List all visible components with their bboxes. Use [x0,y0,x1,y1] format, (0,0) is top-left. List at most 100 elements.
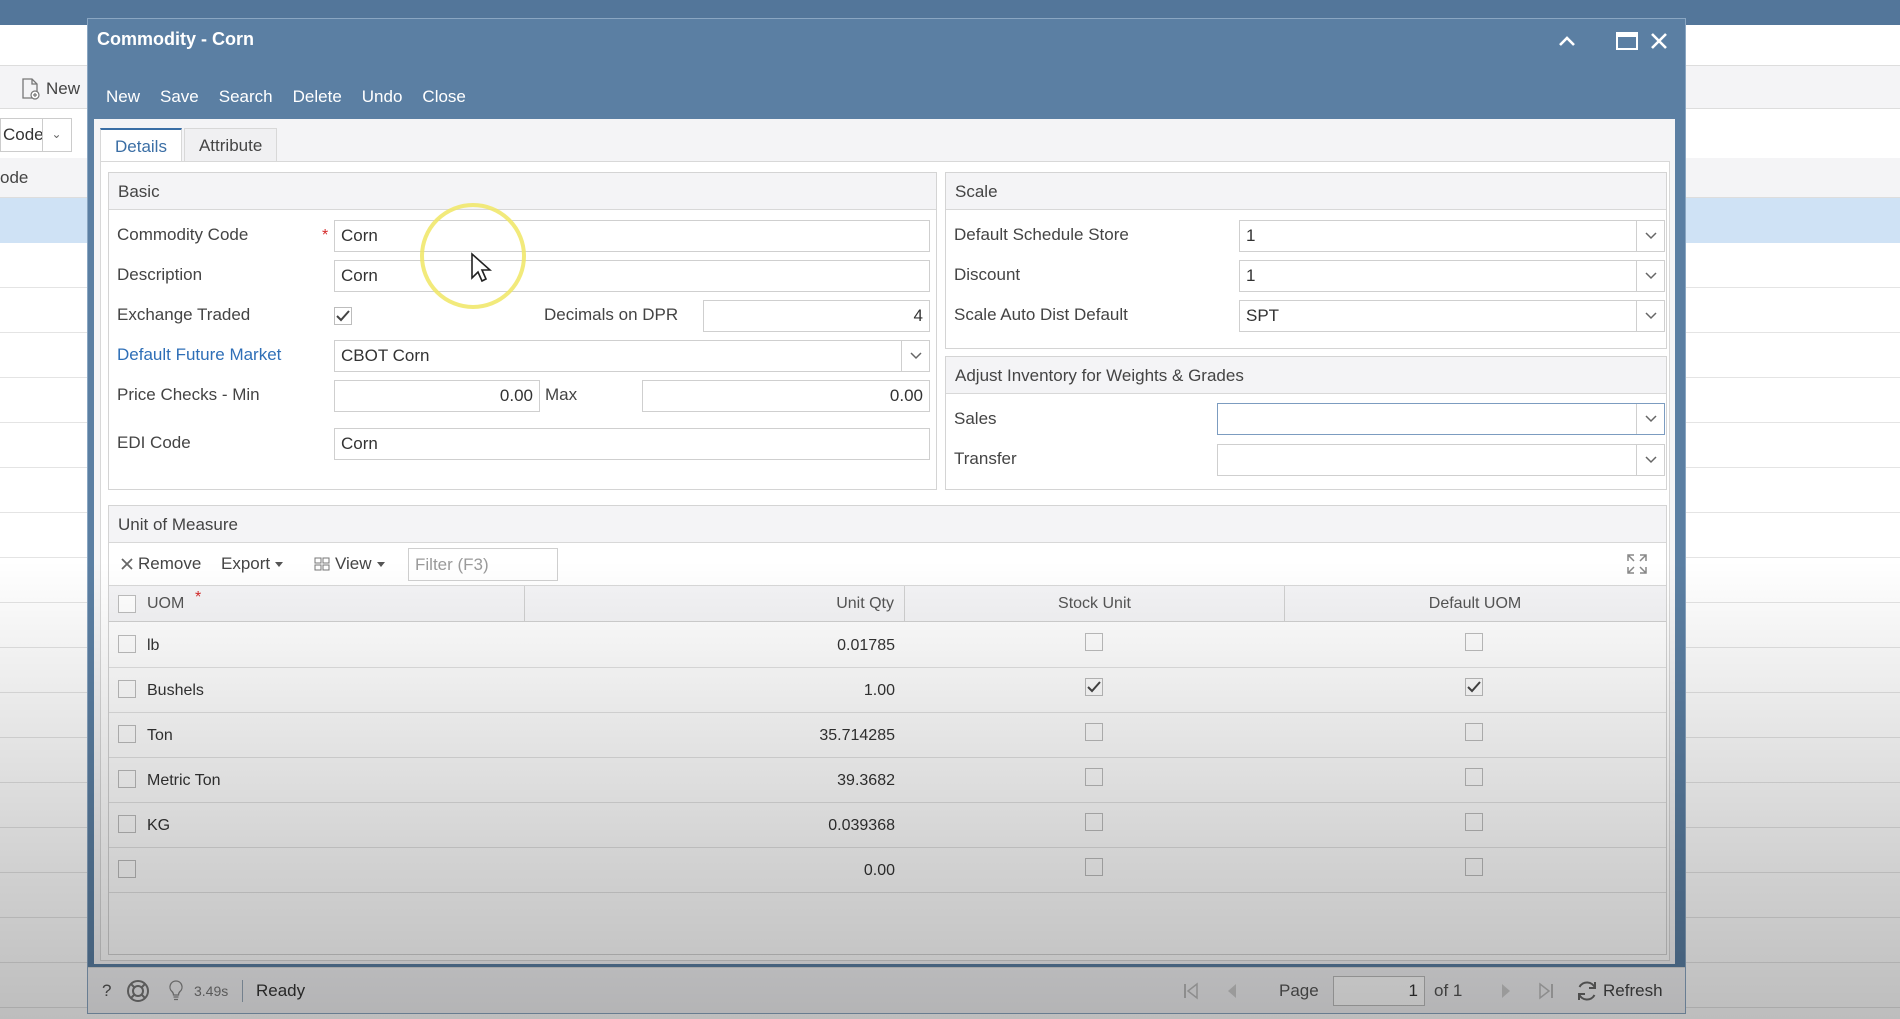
refresh-button[interactable]: Refresh [1575,968,1663,1014]
uom-row[interactable]: Bushels 1.00 [109,668,1666,713]
remove-label: Remove [138,554,202,573]
stock-unit-checkbox[interactable] [1085,678,1103,696]
sales-select[interactable] [1217,403,1665,435]
uom-cell[interactable]: lb [147,623,159,668]
uom-cell[interactable]: Bushels [147,668,204,713]
default-uom-checkbox[interactable] [1465,633,1483,651]
chevron-down-icon[interactable] [1636,221,1664,251]
collapse-button[interactable] [1547,23,1587,59]
row-select-checkbox[interactable] [118,860,136,878]
select-all-checkbox[interactable] [118,595,136,613]
scale-auto-dist-value: SPT [1246,306,1280,325]
filter-input[interactable] [408,548,558,581]
decimals-on-dpr-input[interactable]: 4 [703,300,930,332]
expand-icon[interactable] [1626,553,1648,580]
support-icon[interactable] [126,968,150,1014]
delete-button[interactable]: Delete [283,81,352,115]
last-page-button[interactable] [1538,968,1554,1014]
stock-unit-checkbox[interactable] [1085,813,1103,831]
exchange-traded-checkbox[interactable] [334,307,352,325]
first-page-button[interactable] [1183,968,1199,1014]
chevron-down-icon[interactable] [1636,445,1664,475]
default-uom-checkbox[interactable] [1465,723,1483,741]
new-button[interactable]: New [96,81,150,115]
app-new-button[interactable]: New [20,78,80,100]
row-select-checkbox[interactable] [118,770,136,788]
uom-row[interactable]: lb 0.01785 [109,623,1666,668]
default-uom-checkbox[interactable] [1465,768,1483,786]
stock-unit-checkbox[interactable] [1085,633,1103,651]
remove-button[interactable]: Remove [121,554,201,574]
default-future-market-select[interactable]: CBOT Corn [334,340,930,372]
page-number-input[interactable]: 1 [1333,976,1425,1006]
unit-qty-cell[interactable]: 35.714285 [525,713,905,758]
caret-down-icon [275,561,284,567]
commodity-code-input[interactable]: Corn [334,220,930,252]
chevron-down-icon[interactable] [1636,301,1664,331]
tab-bar: Details Attribute [100,128,278,162]
tab-attribute[interactable]: Attribute [183,128,278,162]
uom-row[interactable]: 0.00 [109,848,1666,893]
chevron-down-icon[interactable]: ⌄ [42,118,70,152]
tab-details[interactable]: Details [100,128,182,162]
uom-row[interactable]: Ton 35.714285 [109,713,1666,758]
chevron-down-icon[interactable] [1636,261,1664,291]
row-select-checkbox[interactable] [118,725,136,743]
unit-qty-cell[interactable]: 0.01785 [525,623,905,668]
undo-button[interactable]: Undo [352,81,413,115]
default-future-market-link[interactable]: Default Future Market [117,345,281,365]
unit-qty-cell[interactable]: 1.00 [525,668,905,713]
view-button[interactable]: View [314,554,385,574]
default-uom-checkbox[interactable] [1465,858,1483,876]
default-schedule-store-value: 1 [1246,226,1256,245]
uom-cell[interactable]: Metric Ton [147,758,221,803]
scale-auto-dist-select[interactable]: SPT [1239,300,1665,332]
column-header-uom[interactable]: UOM * [109,586,525,622]
stock-unit-checkbox[interactable] [1085,858,1103,876]
next-page-button[interactable] [1500,968,1512,1014]
edi-code-input[interactable]: Corn [334,428,930,460]
page-label: Page [1279,981,1319,1000]
refresh-label: Refresh [1603,981,1663,1000]
description-input[interactable]: Corn [334,260,930,292]
export-button[interactable]: Export [221,554,284,574]
transfer-select[interactable] [1217,444,1665,476]
column-header-unit-qty[interactable]: Unit Qty [525,586,905,622]
unit-qty-cell[interactable]: 0.00 [525,848,905,893]
chevron-down-icon[interactable] [901,341,929,371]
uom-row[interactable]: Metric Ton 39.3682 [109,758,1666,803]
search-button[interactable]: Search [209,81,283,115]
row-select-checkbox[interactable] [118,635,136,653]
commodity-window: Commodity - Corn New Save Search Delete … [87,18,1686,1014]
row-select-checkbox[interactable] [118,680,136,698]
default-uom-checkbox[interactable] [1465,813,1483,831]
price-checks-max-input[interactable]: 0.00 [642,380,930,412]
column-header-default-uom[interactable]: Default UOM [1285,586,1665,622]
window-title: Commodity - Corn [97,29,254,49]
unit-qty-cell[interactable]: 39.3682 [525,758,905,803]
previous-page-button[interactable] [1226,968,1238,1014]
maximize-icon [1616,32,1638,50]
save-button[interactable]: Save [150,81,209,115]
uom-cell[interactable]: Ton [147,713,173,758]
stock-unit-checkbox[interactable] [1085,723,1103,741]
chevron-down-icon[interactable] [1636,404,1664,434]
export-label: Export [221,554,271,573]
close-button[interactable]: Close [412,81,475,115]
default-uom-checkbox[interactable] [1465,678,1483,696]
help-icon[interactable]: ? [102,968,111,1014]
row-select-checkbox[interactable] [118,815,136,833]
new-document-icon [22,78,40,100]
uom-cell[interactable]: KG [147,803,170,848]
unit-qty-cell[interactable]: 0.039368 [525,803,905,848]
default-schedule-store-select[interactable]: 1 [1239,220,1665,252]
discount-select[interactable]: 1 [1239,260,1665,292]
lightbulb-icon[interactable] [168,968,184,1014]
uom-row[interactable]: KG 0.039368 [109,803,1666,848]
grid-view-icon [314,557,330,571]
transfer-label: Transfer [954,449,1017,468]
close-window-button[interactable] [1639,23,1679,59]
column-header-stock-unit[interactable]: Stock Unit [905,586,1285,622]
stock-unit-checkbox[interactable] [1085,768,1103,786]
price-checks-min-input[interactable]: 0.00 [334,380,540,412]
